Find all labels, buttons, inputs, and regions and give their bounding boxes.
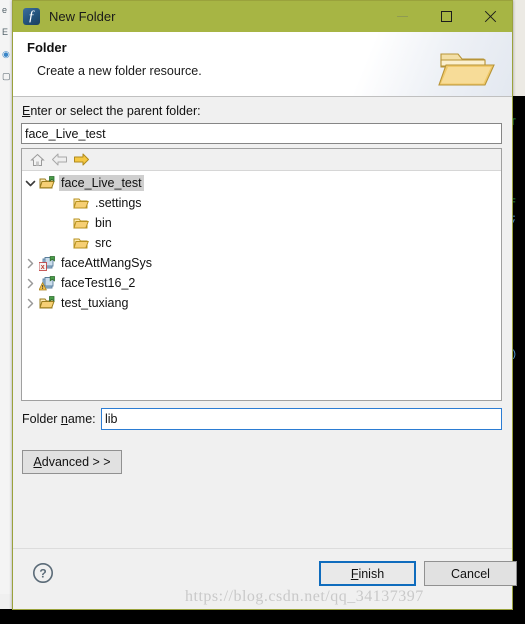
chevron-down-icon[interactable] [22, 173, 38, 193]
java-project-icon [38, 275, 56, 291]
tree-item-label: faceAttMangSys [61, 256, 153, 270]
tree-item-settings[interactable]: .settings [22, 193, 501, 213]
tree-item-facetest16_2[interactable]: faceTest16_2 [22, 273, 501, 293]
ide-bottom-strip [0, 609, 525, 624]
chevron-right-icon[interactable] [22, 293, 38, 313]
open-folder-banner-icon [438, 53, 495, 86]
banner-title: Folder [27, 40, 67, 55]
new-folder-dialog: New Folder Folder Create a new folder re… [12, 0, 517, 610]
java-project-icon: x [38, 255, 56, 271]
tree-item-label: .settings [95, 196, 142, 210]
folder-tree[interactable]: face_Live_test .settings bin src x faceAttMan… [22, 171, 501, 313]
window-controls [380, 1, 512, 32]
finish-button-label: inish [358, 566, 385, 581]
folder-name-label: Folder name: [22, 412, 96, 426]
tree-toolbar [22, 149, 501, 171]
parent-folder-label-rest: nter or select the parent folder: [30, 104, 201, 118]
svg-text:x: x [40, 264, 44, 271]
minimize-button[interactable] [380, 1, 424, 32]
close-icon [484, 10, 497, 23]
advanced-button-label: dvanced > > [41, 455, 111, 469]
folder-tree-panel[interactable]: face_Live_test .settings bin src x faceAttMan… [21, 148, 502, 401]
folder-name-label-mnemonic: n [60, 412, 68, 426]
maximize-icon [440, 11, 452, 22]
tree-item-src[interactable]: src [22, 233, 501, 253]
tree-item-bin[interactable]: bin [22, 213, 501, 233]
tree-item-label: face_Live_test [59, 175, 144, 191]
dialog-body: Enter or select the parent folder: face_… [13, 97, 512, 537]
minimize-icon [396, 16, 408, 17]
folder-name-input[interactable] [101, 408, 502, 430]
svg-text:?: ? [39, 567, 46, 581]
parent-folder-input[interactable] [21, 123, 502, 144]
forward-arrow-icon[interactable] [70, 150, 92, 169]
chevron-right-icon[interactable] [22, 273, 38, 293]
parent-folder-label: Enter or select the parent folder: [22, 104, 201, 118]
advanced-button-mnemonic: A [33, 455, 42, 469]
tree-item-label: test_tuxiang [61, 296, 129, 310]
open-project-folder-icon [38, 295, 56, 311]
home-icon[interactable] [26, 150, 48, 169]
wizard-banner: Folder Create a new folder resource. [13, 32, 512, 97]
tree-item-label: src [95, 236, 112, 250]
tree-item-face_live_test[interactable]: face_Live_test [22, 173, 501, 193]
tree-item-test_tuxiang[interactable]: test_tuxiang [22, 293, 501, 313]
cancel-button-label: Cancel [451, 566, 490, 581]
folder-icon [72, 235, 90, 251]
folder-name-label-prefix: Folder [22, 412, 61, 426]
dialog-footer: ? Finish Cancel [13, 548, 517, 609]
open-project-folder-icon [38, 175, 56, 191]
advanced-button[interactable]: Advanced > > [22, 450, 122, 474]
finish-button[interactable]: Finish [319, 561, 416, 586]
dialog-title: New Folder [49, 9, 116, 24]
tree-item-faceattmangsys[interactable]: x faceAttMangSys [22, 253, 501, 273]
banner-subtitle: Create a new folder resource. [37, 64, 202, 78]
chevron-right-icon[interactable] [22, 253, 38, 273]
folder-icon [72, 195, 90, 211]
folder-icon [72, 215, 90, 231]
maximize-button[interactable] [424, 1, 468, 32]
help-question-icon[interactable]: ? [32, 562, 54, 584]
tree-item-label: faceTest16_2 [61, 276, 136, 290]
folder-name-label-rest: ame: [67, 412, 96, 426]
back-arrow-icon[interactable] [48, 150, 70, 169]
tree-item-label: bin [95, 216, 112, 230]
cancel-button[interactable]: Cancel [424, 561, 517, 586]
eclipse-icon [23, 7, 40, 25]
dialog-titlebar[interactable]: New Folder [13, 1, 512, 32]
close-button[interactable] [468, 1, 512, 32]
